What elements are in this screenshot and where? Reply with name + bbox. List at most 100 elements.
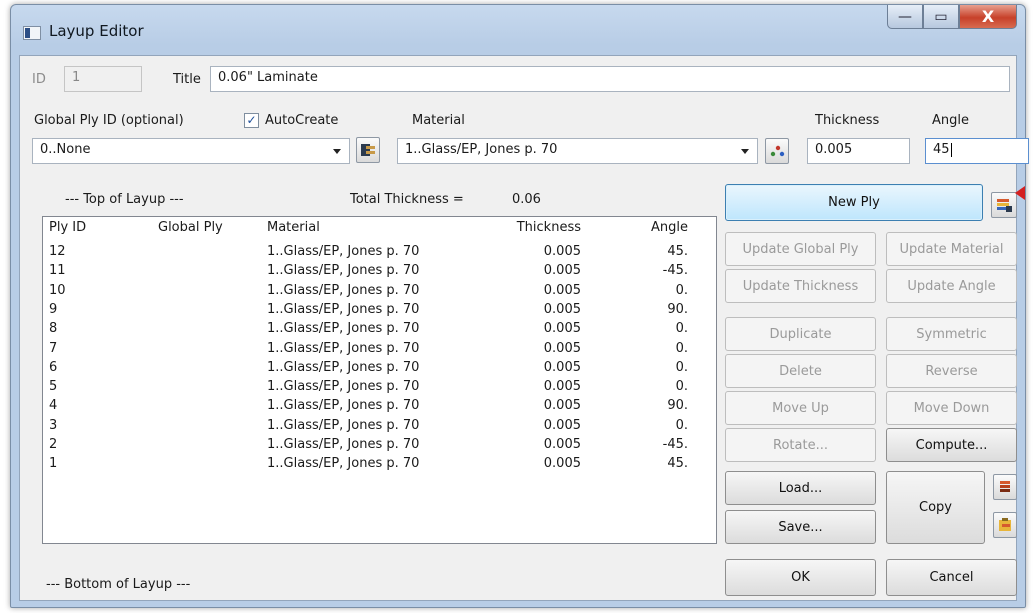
- id-field: 1: [64, 66, 142, 92]
- column-header-global-ply[interactable]: Global Ply: [158, 220, 223, 235]
- angle-cell: 90.: [667, 301, 688, 317]
- thickness-cell: 0.005: [543, 282, 581, 298]
- table-row[interactable]: 1 1..Glass/EP, Jones p. 70 0.005 45.: [43, 456, 716, 476]
- autocreate-checkbox[interactable]: ✓: [244, 113, 259, 128]
- table-row[interactable]: 10 1..Glass/EP, Jones p. 70 0.005 0.: [43, 283, 716, 303]
- new-ply-extra-button[interactable]: [991, 192, 1017, 218]
- angle-cell: 0.: [675, 379, 688, 395]
- app-icon: [23, 26, 41, 40]
- ply-id-cell: 4: [49, 398, 58, 414]
- id-label: ID: [32, 72, 46, 87]
- load-button[interactable]: Load...: [725, 471, 876, 505]
- table-row[interactable]: 7 1..Glass/EP, Jones p. 70 0.005 0.: [43, 341, 716, 361]
- table-row[interactable]: 9 1..Glass/EP, Jones p. 70 0.005 90.: [43, 302, 716, 322]
- material-cell: 1..Glass/EP, Jones p. 70: [267, 263, 420, 279]
- material-cell: 1..Glass/EP, Jones p. 70: [267, 321, 420, 337]
- column-header-thickness[interactable]: Thickness: [517, 220, 581, 235]
- thickness-cell: 0.005: [543, 340, 581, 356]
- copy-icon: [1000, 481, 1010, 492]
- copy-button[interactable]: Copy: [886, 471, 985, 544]
- table-row[interactable]: 5 1..Glass/EP, Jones p. 70 0.005 0.: [43, 379, 716, 399]
- total-thickness-label: Total Thickness =: [350, 192, 464, 207]
- material-cell: 1..Glass/EP, Jones p. 70: [267, 359, 420, 375]
- update-material-button[interactable]: Update Material: [886, 232, 1017, 266]
- update-global-ply-button[interactable]: Update Global Ply: [725, 232, 876, 266]
- angle-cell: 0.: [675, 321, 688, 337]
- ply-id-cell: 5: [49, 379, 58, 395]
- column-header-material[interactable]: Material: [267, 220, 320, 235]
- table-row[interactable]: 8 1..Glass/EP, Jones p. 70 0.005 0.: [43, 321, 716, 341]
- compute-button[interactable]: Compute...: [886, 428, 1017, 462]
- angle-input[interactable]: 45: [925, 138, 1029, 164]
- table-row[interactable]: 2 1..Glass/EP, Jones p. 70 0.005 -45.: [43, 437, 716, 457]
- thickness-cell: 0.005: [543, 359, 581, 375]
- thickness-cell: 0.005: [543, 417, 581, 433]
- table-row[interactable]: 4 1..Glass/EP, Jones p. 70 0.005 90.: [43, 398, 716, 418]
- new-ply-button[interactable]: New Ply: [725, 184, 983, 221]
- symmetric-button[interactable]: Symmetric: [886, 317, 1017, 351]
- move-down-button[interactable]: Move Down: [886, 391, 1017, 425]
- ply-id-cell: 10: [49, 282, 66, 298]
- material-dropdown[interactable]: 1..Glass/EP, Jones p. 70: [397, 138, 758, 164]
- maximize-button[interactable]: ▭: [923, 5, 959, 29]
- thickness-cell: 0.005: [543, 456, 581, 472]
- ply-id-cell: 6: [49, 359, 58, 375]
- ply-list[interactable]: Ply ID Global Ply Material Thickness Ang…: [42, 216, 717, 544]
- thickness-cell: 0.005: [543, 263, 581, 279]
- angle-cell: -45.: [662, 437, 688, 452]
- update-angle-button[interactable]: Update Angle: [886, 269, 1017, 303]
- title-bar[interactable]: Layup Editor — ▭ X: [11, 5, 1025, 55]
- material-cell: 1..Glass/EP, Jones p. 70: [267, 244, 420, 259]
- ok-button[interactable]: OK: [725, 559, 876, 596]
- minimize-button[interactable]: —: [887, 5, 923, 29]
- ply-id-cell: 1: [49, 456, 58, 472]
- window-controls: — ▭ X: [887, 5, 1017, 29]
- rotate-button[interactable]: Rotate...: [725, 428, 876, 462]
- angle-cell: -45.: [662, 263, 688, 279]
- table-row[interactable]: 6 1..Glass/EP, Jones p. 70 0.005 0.: [43, 360, 716, 380]
- table-row[interactable]: 12 1..Glass/EP, Jones p. 70 0.005 45.: [43, 244, 716, 264]
- material-value: 1..Glass/EP, Jones p. 70: [405, 142, 558, 157]
- table-row[interactable]: 3 1..Glass/EP, Jones p. 70 0.005 0.: [43, 418, 716, 438]
- global-ply-picker-button[interactable]: [356, 137, 380, 163]
- duplicate-button[interactable]: Duplicate: [725, 317, 876, 351]
- column-header-angle[interactable]: Angle: [651, 220, 688, 235]
- total-thickness-value: 0.06: [512, 192, 541, 207]
- table-row[interactable]: 11 1..Glass/EP, Jones p. 70 0.005 -45.: [43, 263, 716, 283]
- paste-from-clipboard-button[interactable]: [993, 512, 1017, 538]
- angle-cell: 45.: [667, 244, 688, 259]
- cancel-button[interactable]: Cancel: [886, 559, 1017, 596]
- thickness-cell: 0.005: [543, 379, 581, 395]
- ply-id-cell: 8: [49, 321, 58, 337]
- thickness-cell: 0.005: [543, 398, 581, 414]
- angle-cell: 0.: [675, 340, 688, 356]
- material-cell: 1..Glass/EP, Jones p. 70: [267, 301, 420, 317]
- ply-id-cell: 3: [49, 417, 58, 433]
- angle-cell: 90.: [667, 398, 688, 414]
- material-cell: 1..Glass/EP, Jones p. 70: [267, 379, 420, 395]
- title-label: Title: [173, 72, 201, 87]
- update-thickness-button[interactable]: Update Thickness: [725, 269, 876, 303]
- text-caret: [950, 142, 952, 157]
- angle-cell: 0.: [675, 417, 688, 433]
- global-ply-dropdown[interactable]: 0..None: [32, 138, 350, 164]
- title-input[interactable]: 0.06" Laminate: [210, 66, 1010, 92]
- delete-button[interactable]: Delete: [725, 354, 876, 388]
- chevron-down-icon: [333, 149, 341, 154]
- global-ply-label: Global Ply ID (optional): [34, 113, 184, 128]
- ply-id-cell: 9: [49, 301, 58, 317]
- close-button[interactable]: X: [959, 5, 1017, 29]
- reverse-button[interactable]: Reverse: [886, 354, 1017, 388]
- thickness-input[interactable]: 0.005: [807, 138, 910, 164]
- save-button[interactable]: Save...: [725, 510, 876, 544]
- copy-to-clipboard-button[interactable]: [993, 474, 1017, 500]
- move-up-button[interactable]: Move Up: [725, 391, 876, 425]
- ply-id-cell: 2: [49, 437, 58, 452]
- thickness-cell: 0.005: [543, 244, 581, 259]
- paste-icon: [999, 518, 1011, 531]
- annotation-arrow: [1015, 186, 1025, 200]
- ply-id-cell: 7: [49, 340, 58, 356]
- material-picker-button[interactable]: [765, 138, 789, 164]
- global-ply-value: 0..None: [40, 142, 91, 157]
- column-header-ply-id[interactable]: Ply ID: [49, 220, 86, 235]
